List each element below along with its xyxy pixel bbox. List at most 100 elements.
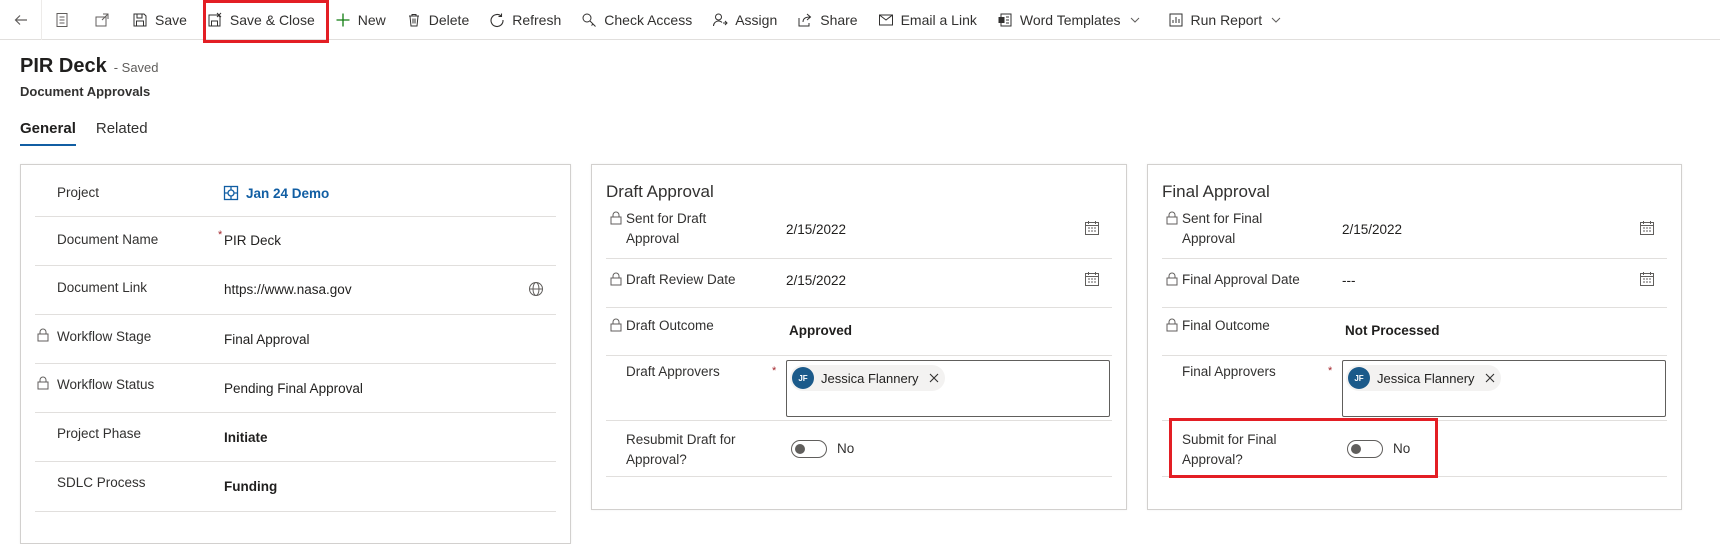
form-view-button[interactable] — [42, 0, 82, 40]
project-entity-icon — [223, 185, 239, 201]
tab-related[interactable]: Related — [96, 120, 148, 146]
document-name-row: Document Name * PIR Deck — [35, 217, 556, 266]
resubmit-draft-row: Resubmit Draft for Approval? No — [606, 421, 1112, 477]
workflow-status-value: Pending Final Approval — [224, 381, 363, 396]
sent-for-draft-value[interactable]: 2/15/2022 — [786, 222, 846, 237]
chevron-down-icon — [1271, 17, 1281, 23]
project-lookup-link[interactable]: Jan 24 Demo — [223, 185, 329, 201]
calendar-icon[interactable] — [1084, 220, 1100, 236]
close-icon[interactable] — [929, 373, 939, 383]
back-button[interactable] — [0, 0, 42, 40]
assign-person-icon — [713, 13, 728, 26]
approver-name: Jessica Flannery — [821, 370, 919, 386]
project-phase-value[interactable]: Initiate — [224, 430, 268, 445]
final-approval-date-row: Final Approval Date --- — [1162, 259, 1667, 308]
draft-outcome-value: Approved — [789, 323, 853, 338]
lock-icon — [1166, 211, 1178, 225]
run-report-button[interactable]: Run Report — [1158, 0, 1300, 40]
resubmit-draft-value: No — [837, 441, 855, 456]
entity-name: Document Approvals — [20, 84, 151, 99]
delete-button[interactable]: Delete — [396, 0, 479, 40]
tab-general[interactable]: General — [20, 120, 76, 146]
word-template-icon — [998, 13, 1012, 26]
back-arrow-icon — [14, 14, 27, 25]
document-link-label: Document Link — [57, 280, 148, 295]
draft-approvers-label: Draft Approvers — [626, 364, 720, 379]
draft-approvers-lookup[interactable]: JF Jessica Flannery — [786, 360, 1110, 417]
email-link-icon — [878, 14, 893, 25]
approver-tag[interactable]: JF Jessica Flannery — [790, 365, 945, 391]
final-approval-date-value[interactable]: --- — [1342, 273, 1356, 288]
draft-approvers-row: Draft Approvers * JF Jessica Flannery — [606, 356, 1112, 421]
open-new-window-button[interactable] — [82, 0, 122, 40]
lock-icon — [610, 272, 622, 286]
project-row: Project Jan 24 Demo — [35, 173, 556, 217]
project-phase-label: Project Phase — [57, 426, 142, 441]
word-templates-button[interactable]: Word Templates — [987, 0, 1158, 40]
trash-icon — [408, 13, 419, 26]
save-and-close-label: Save & Close — [229, 11, 315, 28]
submit-final-row: Submit for Final Approval? No — [1162, 421, 1667, 477]
save-and-close-button[interactable]: Save & Close — [197, 0, 325, 40]
document-link-value[interactable]: https://www.nasa.gov — [224, 282, 352, 297]
document-name-value[interactable]: PIR Deck — [224, 233, 281, 248]
close-icon[interactable] — [1485, 373, 1495, 383]
chevron-down-icon — [1130, 17, 1139, 23]
sent-for-final-label-line1: Sent for Final — [1182, 211, 1263, 226]
project-phase-row: Project Phase Initiate — [35, 413, 556, 462]
draft-outcome-label: Draft Outcome — [626, 318, 714, 333]
toggle-knob — [795, 444, 805, 454]
check-access-button[interactable]: Check Access — [571, 0, 702, 40]
report-icon — [1169, 13, 1182, 26]
sent-for-draft-label-line1: Sent for Draft — [626, 211, 707, 226]
project-value: Jan 24 Demo — [246, 185, 330, 201]
sent-for-final-label-line2: Approval — [1182, 231, 1236, 246]
resubmit-draft-toggle[interactable] — [791, 440, 827, 458]
calendar-icon[interactable] — [1639, 220, 1655, 236]
required-indicator: * — [1328, 365, 1333, 377]
project-label: Project — [57, 185, 100, 200]
share-icon — [798, 13, 812, 26]
required-indicator: * — [218, 229, 223, 241]
document-link-row: Document Link https://www.nasa.gov — [35, 266, 556, 315]
globe-icon[interactable] — [528, 281, 544, 297]
share-label: Share — [820, 11, 858, 28]
workflow-stage-row: Workflow Stage Final Approval — [35, 315, 556, 364]
new-button[interactable]: New — [325, 0, 396, 40]
sdlc-process-label: SDLC Process — [57, 475, 146, 490]
submit-final-label-line1: Submit for Final — [1182, 432, 1277, 447]
calendar-icon[interactable] — [1639, 271, 1655, 287]
calendar-icon[interactable] — [1084, 271, 1100, 287]
share-button[interactable]: Share — [787, 0, 867, 40]
save-label: Save — [155, 11, 187, 28]
submit-final-toggle[interactable] — [1347, 440, 1383, 458]
email-link-button[interactable]: Email a Link — [868, 0, 987, 40]
assign-button[interactable]: Assign — [702, 0, 787, 40]
refresh-label: Refresh — [512, 11, 562, 28]
final-approval-title: Final Approval — [1162, 182, 1270, 201]
key-search-icon — [582, 13, 597, 27]
approver-name: Jessica Flannery — [1377, 370, 1475, 386]
document-name-label: Document Name — [57, 232, 159, 247]
final-approvers-lookup[interactable]: JF Jessica Flannery — [1342, 360, 1666, 417]
sent-for-final-row: Sent for Final Approval 2/15/2022 — [1162, 207, 1667, 259]
assign-label: Assign — [735, 11, 778, 28]
final-approval-section: Final Approval Sent for Final Approval 2/… — [1147, 164, 1682, 510]
save-status: - Saved — [113, 60, 159, 75]
workflow-stage-label: Workflow Stage — [57, 329, 152, 344]
sdlc-process-value[interactable]: Funding — [224, 479, 277, 494]
draft-approval-title: Draft Approval — [606, 182, 714, 201]
approver-tag[interactable]: JF Jessica Flannery — [1346, 365, 1501, 391]
draft-review-date-row: Draft Review Date 2/15/2022 — [606, 259, 1112, 308]
refresh-button[interactable]: Refresh — [479, 0, 571, 40]
lock-icon — [1166, 272, 1178, 286]
final-outcome-label: Final Outcome — [1182, 318, 1270, 333]
final-outcome-value: Not Processed — [1345, 323, 1440, 338]
sent-for-final-value[interactable]: 2/15/2022 — [1342, 222, 1402, 237]
check-access-label: Check Access — [604, 11, 693, 28]
required-indicator: * — [772, 365, 777, 377]
lock-icon — [37, 376, 49, 390]
new-label: New — [357, 11, 386, 28]
save-button[interactable]: Save — [122, 0, 197, 40]
draft-review-date-value[interactable]: 2/15/2022 — [786, 273, 846, 288]
